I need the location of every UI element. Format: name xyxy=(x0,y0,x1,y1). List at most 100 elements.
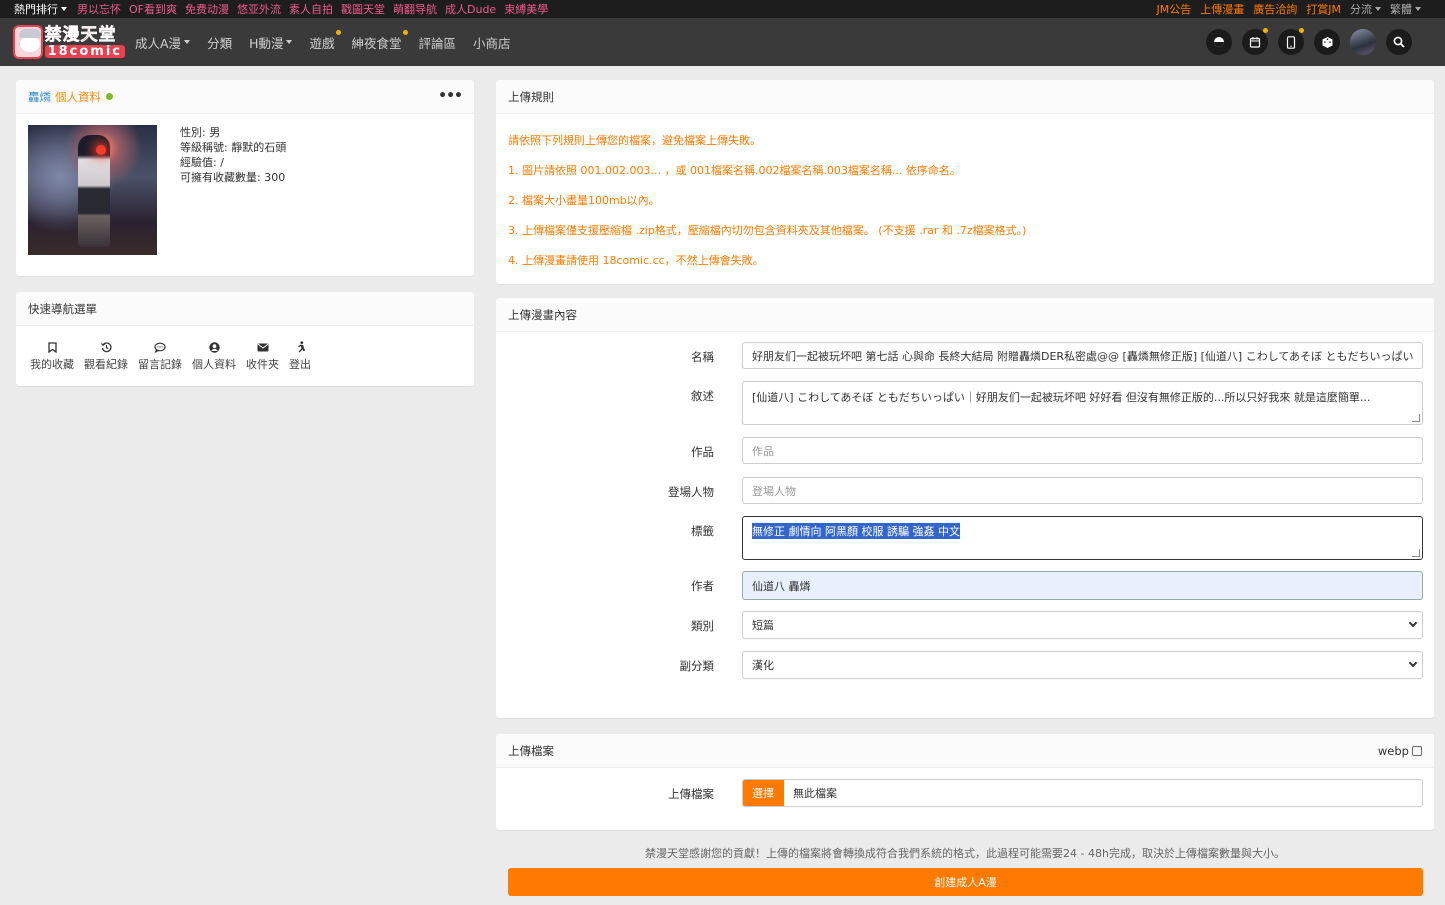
donate-link[interactable]: 打賞JM xyxy=(1306,1,1341,17)
comment-icon xyxy=(154,340,166,354)
profile-card-header: 轟燐 個人資料 xyxy=(16,80,474,114)
theme-toggle-icon[interactable] xyxy=(1206,29,1232,55)
notification-dot xyxy=(335,29,341,35)
create-comic-button[interactable]: 創建成人A漫 xyxy=(508,868,1423,896)
nav-item-shop[interactable]: 小商店 xyxy=(473,33,511,52)
choose-file-button[interactable]: 選擇 xyxy=(743,780,784,806)
tags-textarea[interactable]: 無修正 劇情向 阿黑顏 校服 誘騙 強姦 中文 xyxy=(742,516,1423,560)
chevron-down-icon xyxy=(1408,658,1418,668)
nav-item-label: 小商店 xyxy=(473,35,511,51)
description-value: [仙道八] こわしてあそぼ ともだちいっぱい｜好朋友们一起被玩坏吧 好好看 但沒… xyxy=(752,391,1371,404)
name-input[interactable]: 好朋友们一起被玩坏吧 第七話 心與命 長終大結局 附贈轟燐DER私密處@@ [轟… xyxy=(742,342,1423,369)
top-link[interactable]: 束縛美學 xyxy=(504,1,548,17)
tags-value: 無修正 劇情向 阿黑顏 校服 誘騙 強姦 中文 xyxy=(752,523,960,539)
split-dropdown[interactable]: 分流 xyxy=(1350,1,1381,17)
profile-avatar-image xyxy=(28,125,157,255)
nav-item-games[interactable]: 遊戲 xyxy=(309,29,341,52)
quick-nav-comments[interactable]: 留言記錄 xyxy=(138,340,182,372)
top-link[interactable]: 悠亚外流 xyxy=(237,1,281,17)
top-link[interactable]: 素人自拍 xyxy=(289,1,333,17)
chevron-down-icon xyxy=(184,40,191,44)
nav-item-label: 遊戲 xyxy=(309,35,335,51)
top-link[interactable]: 戳圖天堂 xyxy=(341,1,385,17)
nav-icons xyxy=(1206,28,1412,55)
nav-item-h-anime[interactable]: H動漫 xyxy=(249,33,293,52)
webp-option: webp xyxy=(1378,744,1422,758)
main-navbar: 禁漫天堂 18comic 成人A漫 分類 H動漫 遊戲 紳夜食堂 評論區 小商店 xyxy=(0,18,1445,66)
chevron-down-icon xyxy=(286,40,293,44)
rule-line: 4. 上傳漫畫請使用 18comic.cc，不然上傳會失敗。 xyxy=(508,254,764,267)
webp-checkbox[interactable] xyxy=(1412,745,1422,756)
user-avatar[interactable] xyxy=(1350,29,1376,55)
quick-nav-history[interactable]: 觀看紀錄 xyxy=(84,340,128,372)
category-label: 類別 xyxy=(691,619,714,633)
quick-nav-logout[interactable]: 登出 xyxy=(289,340,311,372)
mobile-icon[interactable] xyxy=(1278,28,1304,55)
resize-grip-icon[interactable] xyxy=(1412,414,1420,422)
nav-item-night-canteen[interactable]: 紳夜食堂 xyxy=(352,29,408,52)
ad-inquiry-link[interactable]: 廣告洽詢 xyxy=(1253,1,1297,17)
top-bar: 熱門排行 男以忘怀 OF看到爽 免费动漫 悠亚外流 素人自拍 戳圖天堂 萌翻导航… xyxy=(0,0,1445,18)
top-link[interactable]: 成人Dude xyxy=(445,1,496,17)
profile-rank: 等級稱號: 靜默的石頭 xyxy=(180,141,287,154)
top-links: 男以忘怀 OF看到爽 免费动漫 悠亚外流 素人自拍 戳圖天堂 萌翻导航 成人Du… xyxy=(77,1,556,17)
chevron-down-icon xyxy=(1375,7,1381,11)
author-input[interactable]: 仙道八 轟燐 xyxy=(742,571,1423,600)
upload-files-title: 上傳檔案 xyxy=(508,743,554,758)
subcategory-select[interactable]: 漢化 xyxy=(742,651,1423,679)
quick-nav-my-favorites[interactable]: 我的收藏 xyxy=(30,340,74,372)
upload-comic-link[interactable]: 上傳漫畫 xyxy=(1200,1,1244,17)
description-textarea[interactable]: [仙道八] こわしてあそぼ ともだちいっぱい｜好朋友们一起被玩坏吧 好好看 但沒… xyxy=(742,381,1423,425)
site-logo[interactable]: 禁漫天堂 18comic xyxy=(13,24,125,60)
quick-nav-label: 收件夾 xyxy=(246,358,279,371)
profile-info: 性別: 男 等級稱號: 靜默的石頭 經驗值: / 可擁有收藏數量: 300 xyxy=(180,125,286,185)
nav-item-categories[interactable]: 分類 xyxy=(207,33,232,52)
calendar-icon[interactable] xyxy=(1242,28,1268,55)
rule-line: 2. 檔案大小盡量100mb以內。 xyxy=(508,194,660,207)
quick-nav-label: 觀看紀錄 xyxy=(84,358,128,371)
name-label: 名稱 xyxy=(691,350,714,364)
upload-rules-header: 上傳規則 xyxy=(496,80,1434,114)
main-nav: 成人A漫 分類 H動漫 遊戲 紳夜食堂 評論區 小商店 xyxy=(135,18,528,66)
characters-label: 登場人物 xyxy=(668,485,714,499)
running-icon xyxy=(295,340,306,354)
quick-nav-profile[interactable]: 個人資料 xyxy=(192,340,236,372)
characters-input[interactable]: 登場人物 xyxy=(742,477,1423,504)
file-chooser[interactable]: 選擇 無此檔案 xyxy=(742,779,1423,807)
work-label: 作品 xyxy=(691,445,714,459)
top-link[interactable]: 男以忘怀 xyxy=(77,1,121,17)
language-dropdown[interactable]: 繁體 xyxy=(1390,1,1421,17)
jm-announcement-link[interactable]: JM公告 xyxy=(1157,1,1192,17)
hot-ranking-dropdown[interactable]: 熱門排行 xyxy=(14,1,67,17)
top-link[interactable]: 免费动漫 xyxy=(185,1,229,17)
upload-rules-card: 上傳規則 請依照下列規則上傳您的檔案，避免檔案上傳失敗。 1. 圖片請依照 00… xyxy=(496,80,1434,284)
bookmark-icon xyxy=(47,340,57,354)
upload-files-header: 上傳檔案 webp xyxy=(496,734,1434,768)
profile-fav-limit: 可擁有收藏數量: 300 xyxy=(180,171,286,184)
notification-dot xyxy=(1299,28,1304,33)
nav-item-comments[interactable]: 評論區 xyxy=(419,33,457,52)
file-label: 上傳檔案 xyxy=(668,787,714,801)
top-link[interactable]: OF看到爽 xyxy=(129,1,177,17)
search-icon[interactable] xyxy=(1386,29,1412,55)
nav-item-adult-comics[interactable]: 成人A漫 xyxy=(135,33,191,52)
dice-icon[interactable] xyxy=(1314,29,1340,55)
top-link[interactable]: 萌翻导航 xyxy=(393,1,437,17)
work-placeholder: 作品 xyxy=(752,444,774,458)
nav-item-label: H動漫 xyxy=(249,35,284,51)
upload-rules-title: 上傳規則 xyxy=(508,89,554,104)
work-input[interactable]: 作品 xyxy=(742,437,1423,464)
quick-nav-label: 我的收藏 xyxy=(30,358,74,371)
profile-card: 轟燐 個人資料 ••• 性別: 男 等級稱號: 靜默的石頭 經驗值: / 可擁有… xyxy=(16,80,474,276)
category-select[interactable]: 短篇 xyxy=(742,611,1423,639)
subcategory-label: 副分類 xyxy=(679,659,715,673)
more-options-icon[interactable]: ••• xyxy=(438,88,463,104)
upload-form-header: 上傳漫畫內容 xyxy=(496,298,1434,332)
quick-nav-card: 快速導航選單 我的收藏 觀看紀錄 留言記錄 個人資料 收件夾 登出 xyxy=(16,292,474,386)
quick-nav-inbox[interactable]: 收件夾 xyxy=(246,340,279,372)
split-label: 分流 xyxy=(1350,3,1372,16)
resize-grip-icon[interactable] xyxy=(1412,549,1420,557)
profile-username[interactable]: 轟燐 xyxy=(28,89,51,105)
envelope-icon xyxy=(256,340,269,354)
quick-nav-title: 快速導航選單 xyxy=(28,301,97,316)
